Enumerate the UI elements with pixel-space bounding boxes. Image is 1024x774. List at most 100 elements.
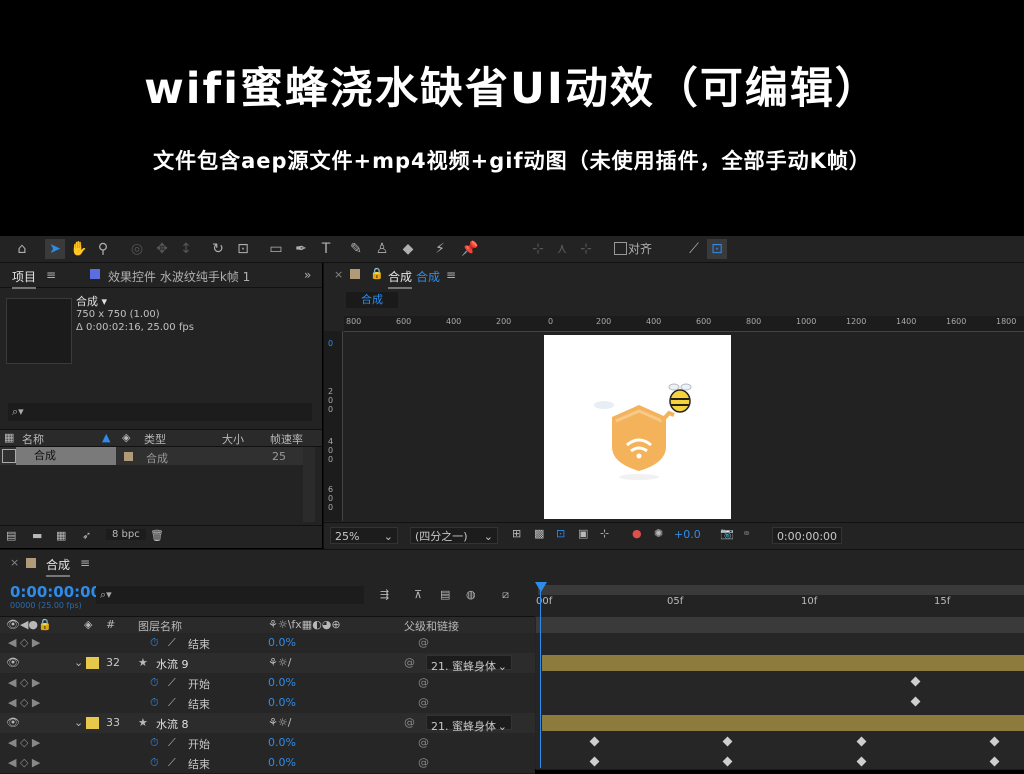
keyframe-nav-icon[interactable]: ◀ ◇ ▶ bbox=[8, 756, 40, 769]
layer-row[interactable]: 👁 ⌄ 33 ★ 水流 8 ⚘☼/ @ 21. 蜜蜂身体 ⌄ bbox=[0, 713, 535, 734]
draft-3d-icon[interactable]: ⊼ bbox=[414, 588, 422, 601]
layer-switches-icons[interactable]: ⚘☼/ bbox=[268, 656, 291, 669]
track-row[interactable] bbox=[536, 673, 1024, 694]
hide-shy-layers-icon[interactable]: ▤ bbox=[440, 588, 450, 601]
col-layer-number[interactable]: # bbox=[106, 618, 115, 631]
layer-switches-icons[interactable]: ⚘☼/ bbox=[268, 716, 291, 729]
pickwhip-icon[interactable]: @ bbox=[418, 696, 429, 709]
playhead-line[interactable] bbox=[540, 584, 541, 768]
pickwhip-icon[interactable]: @ bbox=[418, 676, 429, 689]
dolly-camera-icon[interactable]: ↕ bbox=[176, 239, 196, 259]
property-row[interactable]: ◀ ◇ ▶ ⏱ ⟋ 开始 0.0% @ bbox=[0, 733, 535, 754]
keyframe[interactable] bbox=[589, 736, 600, 747]
snap-options-icon[interactable]: ⊡ bbox=[707, 239, 727, 259]
graph-icon[interactable]: ⟋ bbox=[168, 736, 176, 750]
col-parent-link[interactable]: 父级和链接 bbox=[404, 618, 459, 634]
project-item-name[interactable]: 合成 bbox=[16, 447, 116, 465]
keyframe-nav-icon[interactable]: ◀ ◇ ▶ bbox=[8, 636, 40, 649]
timeline-search-input[interactable]: ⌕▾ bbox=[96, 586, 364, 604]
zoom-tool-icon[interactable]: ⚲ bbox=[93, 239, 113, 259]
property-row[interactable]: ◀ ◇ ▶ ⏱ ⟋ 结束 0.0% @ bbox=[0, 753, 535, 774]
property-row[interactable]: ◀ ◇ ▶ ⏱ ⟋ 结束 0.0% @ bbox=[0, 693, 535, 714]
expand-chevron-icon[interactable]: ⌄ bbox=[74, 716, 83, 729]
col-layer-name[interactable]: 图层名称 bbox=[138, 618, 182, 634]
layer-duration-bar[interactable] bbox=[542, 655, 1024, 671]
bit-depth-button[interactable]: 8 bpc bbox=[106, 529, 146, 540]
snapping-icon[interactable]: ⟋ bbox=[684, 239, 704, 259]
col-type[interactable]: 类型 bbox=[144, 431, 166, 447]
track-row[interactable] bbox=[536, 633, 1024, 654]
comp-flowchart-button[interactable]: 合成 bbox=[346, 292, 398, 308]
graph-icon[interactable]: ⟋ bbox=[168, 696, 176, 710]
pickwhip-icon[interactable]: @ bbox=[418, 636, 429, 649]
keyframe[interactable] bbox=[910, 676, 921, 687]
keyframe[interactable] bbox=[722, 736, 733, 747]
pickwhip-icon[interactable]: @ bbox=[418, 756, 429, 769]
color-management-icon[interactable]: ✺ bbox=[654, 527, 663, 540]
view-axis-icon[interactable]: ⊹ bbox=[576, 239, 596, 259]
playhead-handle[interactable] bbox=[535, 582, 547, 592]
layer-name[interactable]: 水流 9 bbox=[156, 656, 189, 672]
track-row[interactable] bbox=[536, 693, 1024, 714]
new-comp-icon[interactable]: ▦ bbox=[56, 529, 66, 542]
vertical-ruler[interactable]: 0 2 0 0 4 0 0 6 0 0 bbox=[324, 331, 343, 521]
tab-effect-controls[interactable]: 效果控件 水波纹纯手k帧 1 bbox=[108, 268, 250, 285]
mask-visibility-icon[interactable]: ⊡ bbox=[556, 527, 565, 540]
graph-icon[interactable]: ⟋ bbox=[168, 636, 176, 650]
keyframe[interactable] bbox=[589, 756, 600, 767]
puppet-pin-icon[interactable]: 📌 bbox=[460, 239, 480, 259]
keyframe[interactable] bbox=[989, 756, 1000, 767]
clone-stamp-icon[interactable]: ♙ bbox=[372, 239, 392, 259]
resolution-dropdown[interactable]: (四分之一) ⌄ bbox=[410, 527, 498, 544]
render-icon[interactable]: ➶ bbox=[82, 529, 91, 542]
roto-brush-icon[interactable]: ⚡ bbox=[430, 239, 450, 259]
parent-dropdown[interactable]: 21. 蜜蜂身体 ⌄ bbox=[426, 655, 512, 673]
track-row[interactable] bbox=[536, 713, 1024, 734]
stopwatch-icon[interactable]: ⏱ bbox=[150, 636, 159, 650]
hand-tool-icon[interactable]: ✋ bbox=[69, 239, 89, 259]
brush-tool-icon[interactable]: ✎ bbox=[346, 239, 366, 259]
project-item-row[interactable]: 合成 合成 25 bbox=[0, 447, 304, 465]
label-tag-icon[interactable]: ◈ bbox=[122, 431, 130, 444]
fast-preview-icon[interactable]: ⊞ bbox=[512, 527, 521, 540]
region-of-interest-icon[interactable]: ▣ bbox=[578, 527, 588, 540]
property-value[interactable]: 0.0% bbox=[268, 696, 296, 709]
interpret-footage-icon[interactable]: ▤ bbox=[6, 529, 16, 542]
property-row[interactable]: ◀ ◇ ▶ ⏱ ⟋ 开始 0.0% @ bbox=[0, 673, 535, 694]
tab-timeline-comp[interactable]: 合成 bbox=[46, 556, 71, 577]
layer-name[interactable]: 水流 8 bbox=[156, 716, 189, 732]
comp-link[interactable]: 合成 bbox=[416, 268, 440, 285]
camera-orbit-icon[interactable]: ◎ bbox=[127, 239, 147, 259]
label-column-icon[interactable]: ◈ bbox=[84, 618, 92, 631]
lock-icon[interactable]: 🔒 bbox=[370, 267, 384, 280]
keyframe-nav-icon[interactable]: ◀ ◇ ▶ bbox=[8, 736, 40, 749]
property-value[interactable]: 0.0% bbox=[268, 676, 296, 689]
comp-canvas[interactable] bbox=[544, 335, 731, 519]
exposure-value[interactable]: +0.0 bbox=[674, 528, 701, 541]
pickwhip-icon[interactable]: @ bbox=[404, 656, 415, 669]
switches-icons[interactable]: ⚘☼\fx▦◐◕⊕ bbox=[268, 618, 341, 631]
keyframe-nav-icon[interactable]: ◀ ◇ ▶ bbox=[8, 676, 40, 689]
transparency-grid-icon[interactable]: ▩ bbox=[534, 527, 544, 540]
trash-icon[interactable]: 🗑 bbox=[150, 529, 164, 542]
snapshot-camera-icon[interactable]: 📷 bbox=[720, 527, 734, 540]
eraser-tool-icon[interactable]: ◆ bbox=[398, 239, 418, 259]
color-channels-icon[interactable]: ● bbox=[632, 527, 642, 540]
work-area-bar[interactable] bbox=[536, 617, 1024, 633]
stopwatch-icon[interactable]: ⏱ bbox=[150, 696, 159, 710]
keyframe[interactable] bbox=[989, 736, 1000, 747]
tab-project[interactable]: 项目 bbox=[12, 268, 37, 289]
zoom-dropdown[interactable]: 25% ⌄ bbox=[330, 527, 398, 544]
tab-composition[interactable]: 合成 bbox=[388, 268, 413, 289]
graph-editor-icon[interactable]: ⧄ bbox=[502, 588, 509, 602]
parent-dropdown[interactable]: 21. 蜜蜂身体 ⌄ bbox=[426, 715, 512, 733]
text-tool-icon[interactable]: T bbox=[316, 239, 336, 259]
property-row[interactable]: ◀ ◇ ▶ ⏱ ⟋ 结束 0.0% @ bbox=[0, 633, 535, 654]
keyframe[interactable] bbox=[856, 736, 867, 747]
timeline-timecode[interactable]: 0:00:00:00 bbox=[10, 583, 101, 601]
project-scrollbar[interactable] bbox=[303, 447, 315, 522]
track-row[interactable] bbox=[536, 753, 1024, 770]
eye-icon[interactable]: 👁 bbox=[6, 656, 20, 669]
layer-duration-bar[interactable] bbox=[542, 715, 1024, 731]
stopwatch-icon[interactable]: ⏱ bbox=[150, 676, 159, 690]
